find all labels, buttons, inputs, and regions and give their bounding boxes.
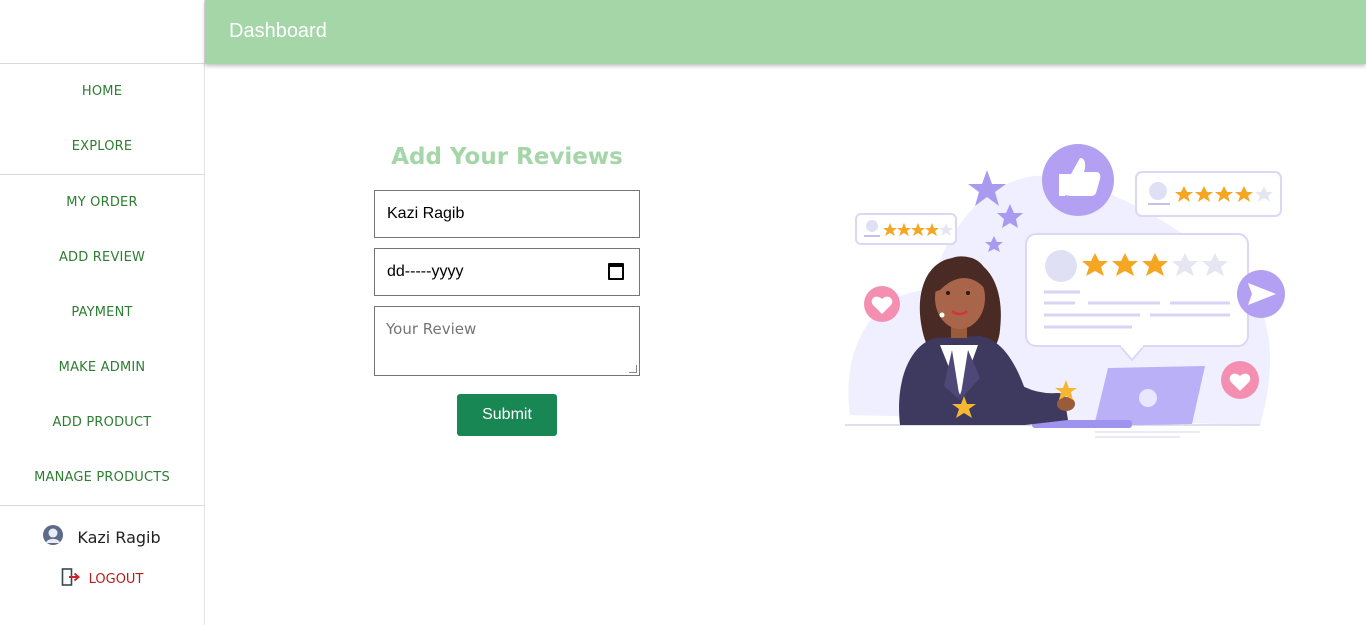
logout-icon <box>61 568 81 591</box>
page-title: Dashboard <box>229 20 327 42</box>
sidebar-group-main: HOME EXPLORE <box>0 64 204 175</box>
user-block: Kazi Ragib LOGOUT <box>0 506 204 591</box>
sidebar-item-add-review[interactable]: ADD REVIEW <box>0 230 204 285</box>
sidebar-item-payment[interactable]: PAYMENT <box>0 285 204 340</box>
resize-handle[interactable] <box>629 365 637 373</box>
logout-button[interactable]: LOGOUT <box>0 568 204 591</box>
name-input[interactable]: Kazi Ragib <box>374 190 640 238</box>
sidebar: HOME EXPLORE MY ORDER ADD REVIEW PAYMENT… <box>0 0 205 625</box>
sidebar-item-my-order[interactable]: MY ORDER <box>0 175 204 230</box>
review-illustration <box>840 140 1290 440</box>
date-value: dd-----yyyy <box>387 263 464 280</box>
sidebar-group-dashboard: MY ORDER ADD REVIEW PAYMENT MAKE ADMIN A… <box>0 175 204 506</box>
sidebar-brand-area <box>0 0 204 64</box>
review-textarea[interactable]: Your Review <box>374 306 640 376</box>
sidebar-item-manage-products[interactable]: MANAGE PRODUCTS <box>0 450 204 505</box>
user-avatar-icon <box>43 524 64 550</box>
user-row: Kazi Ragib <box>0 524 204 550</box>
form-title: Add Your Reviews <box>391 144 623 170</box>
date-input[interactable]: dd-----yyyy <box>374 248 640 296</box>
sidebar-item-home[interactable]: HOME <box>0 64 204 119</box>
user-name: Kazi Ragib <box>77 527 161 547</box>
review-placeholder: Your Review <box>386 320 477 338</box>
sidebar-item-make-admin[interactable]: MAKE ADMIN <box>0 340 204 395</box>
sidebar-item-add-product[interactable]: ADD PRODUCT <box>0 395 204 450</box>
submit-button[interactable]: Submit <box>457 394 557 436</box>
sidebar-item-explore[interactable]: EXPLORE <box>0 119 204 174</box>
calendar-icon[interactable] <box>608 263 624 280</box>
logout-label: LOGOUT <box>88 572 144 587</box>
top-app-bar: Dashboard <box>205 0 1366 64</box>
